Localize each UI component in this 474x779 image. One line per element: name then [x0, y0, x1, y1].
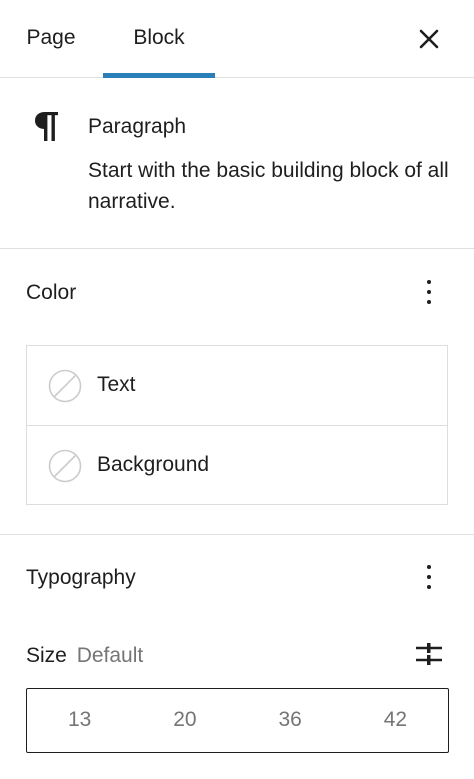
- tab-page[interactable]: Page: [18, 0, 84, 77]
- typography-panel: Typography Size Default 13 20 36 42: [0, 535, 474, 779]
- font-size-option[interactable]: 36: [238, 689, 343, 752]
- font-size-picker: 13 20 36 42: [26, 688, 449, 753]
- font-size-label: Size: [26, 644, 67, 667]
- block-card: Paragraph Start with the basic building …: [0, 77, 474, 249]
- color-panel-title: Color: [26, 281, 77, 304]
- font-size-option[interactable]: 42: [343, 689, 448, 752]
- close-button[interactable]: [410, 20, 448, 58]
- typography-panel-title: Typography: [26, 566, 136, 589]
- text-color-label: Text: [97, 373, 136, 396]
- text-color-item[interactable]: Text: [27, 346, 447, 426]
- block-description: Start with the basic building block of a…: [88, 159, 449, 213]
- tab-block-label: Block: [133, 26, 185, 49]
- empty-swatch-icon: [48, 449, 82, 483]
- block-title: Paragraph: [88, 115, 187, 138]
- font-size-header: Size Default: [26, 644, 143, 668]
- background-color-item[interactable]: Background: [27, 425, 447, 506]
- paragraph-icon: [34, 110, 60, 144]
- sliders-icon: [416, 643, 442, 665]
- block-settings-sidebar: Page Block Paragraph Start with the basi…: [0, 0, 474, 779]
- close-icon: [419, 29, 439, 49]
- typography-options-button[interactable]: [414, 559, 444, 595]
- background-color-label: Background: [97, 453, 210, 476]
- sidebar-tabs: Page Block: [0, 0, 474, 78]
- color-panel: Color Text Background: [0, 248, 474, 535]
- tab-block[interactable]: Block: [103, 0, 215, 78]
- custom-size-button[interactable]: [412, 637, 446, 671]
- empty-swatch-icon: [48, 369, 82, 403]
- font-size-option[interactable]: 20: [132, 689, 237, 752]
- color-items-group: Text Background: [26, 345, 448, 505]
- color-options-button[interactable]: [414, 274, 444, 310]
- font-size-value: Default: [76, 644, 144, 667]
- font-size-option[interactable]: 13: [27, 689, 132, 752]
